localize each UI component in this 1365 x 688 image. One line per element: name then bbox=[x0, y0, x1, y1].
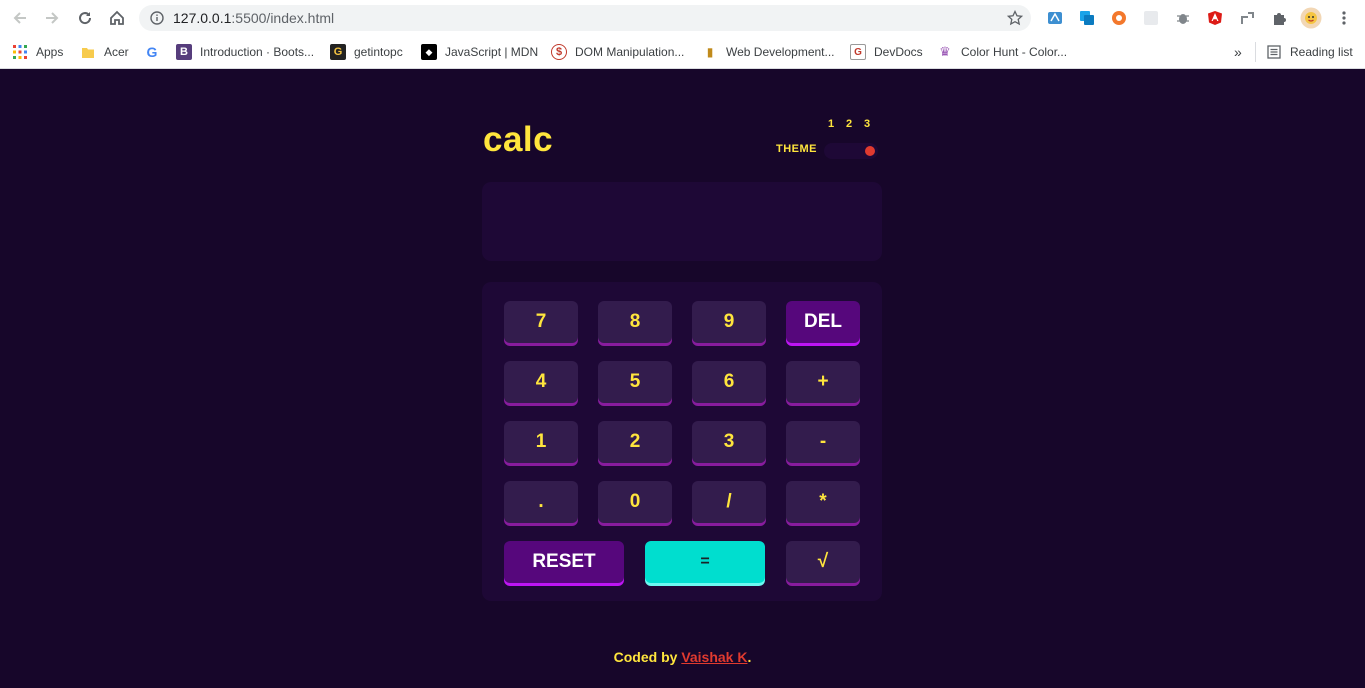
extension-angular-icon[interactable] bbox=[1206, 9, 1224, 27]
theme-label: THEME bbox=[776, 143, 817, 155]
bookmark-label: Apps bbox=[36, 45, 64, 59]
theme-toggle-knob[interactable] bbox=[865, 146, 875, 156]
bookmark-label: Color Hunt - Color... bbox=[961, 45, 1068, 59]
key-multiply[interactable]: * bbox=[786, 481, 860, 523]
bookmark-getintopc[interactable]: Ggetintopc bbox=[330, 42, 403, 62]
key-6[interactable]: 6 bbox=[692, 361, 766, 403]
reload-icon bbox=[79, 12, 92, 25]
bootstrap-icon: B bbox=[176, 44, 192, 60]
extension-translate-icon[interactable] bbox=[1078, 9, 1096, 27]
bookmark-acer[interactable]: Acer bbox=[80, 42, 129, 62]
extension-orange-icon[interactable] bbox=[1110, 9, 1128, 27]
apps-grid-icon bbox=[12, 44, 28, 60]
key-4[interactable]: 4 bbox=[504, 361, 578, 403]
reading-list-icon bbox=[1266, 44, 1282, 60]
profile-avatar[interactable] bbox=[1300, 7, 1322, 29]
browser-toolbar: 127.0.0.1:5500/index.html bbox=[0, 0, 1365, 36]
bookmark-label: Web Development... bbox=[726, 45, 835, 59]
theme-option-2: 2 bbox=[846, 118, 853, 130]
footer-credit: Coded by Vaishak K. bbox=[0, 649, 1365, 665]
footer-suffix: . bbox=[747, 649, 752, 665]
key-2[interactable]: 2 bbox=[598, 421, 672, 463]
bookmark-devdocs[interactable]: G DevDocs bbox=[850, 42, 923, 62]
theme-option-1: 1 bbox=[828, 118, 835, 130]
home-icon bbox=[110, 10, 124, 25]
address-bar[interactable]: 127.0.0.1:5500/index.html bbox=[139, 5, 1031, 31]
key-decimal[interactable]: . bbox=[504, 481, 578, 523]
mdn-icon: ◆ bbox=[421, 44, 437, 60]
bookmark-color-hunt[interactable]: ♛ Color Hunt - Color... bbox=[937, 42, 1067, 62]
more-bookmarks-button[interactable]: » bbox=[1234, 42, 1242, 62]
extensions-puzzle-icon[interactable] bbox=[1270, 9, 1288, 27]
reading-list-label: Reading list bbox=[1290, 45, 1353, 59]
bookmark-star-icon[interactable] bbox=[1006, 9, 1024, 31]
key-minus[interactable]: - bbox=[786, 421, 860, 463]
key-divide[interactable]: / bbox=[692, 481, 766, 523]
forward-button[interactable] bbox=[42, 8, 62, 28]
bookmark-label: Acer bbox=[104, 45, 129, 59]
bookmark-google[interactable]: G bbox=[144, 42, 168, 62]
extension-grid-icon[interactable] bbox=[1142, 9, 1160, 27]
bookmark-web-development[interactable]: ▮ Web Development... bbox=[702, 42, 835, 62]
more-bookmarks-icon: » bbox=[1234, 44, 1242, 60]
equals-button[interactable]: = bbox=[645, 541, 765, 583]
key-5[interactable]: 5 bbox=[598, 361, 672, 403]
google-icon: G bbox=[146, 44, 158, 60]
site-info-icon[interactable] bbox=[150, 11, 164, 30]
reload-button[interactable] bbox=[75, 8, 95, 28]
forward-arrow-icon bbox=[46, 12, 59, 24]
url-path: :5500/index.html bbox=[231, 10, 335, 26]
key-7[interactable]: 7 bbox=[504, 301, 578, 343]
bookmark-mdn[interactable]: ◆ JavaScript | MDN bbox=[421, 42, 538, 62]
key-plus[interactable]: + bbox=[786, 361, 860, 403]
reset-button[interactable]: RESET bbox=[504, 541, 624, 583]
key-8[interactable]: 8 bbox=[598, 301, 672, 343]
url-host: 127.0.0.1 bbox=[173, 10, 232, 26]
home-button[interactable] bbox=[107, 8, 127, 28]
theme-option-3: 3 bbox=[864, 118, 871, 130]
key-0[interactable]: 0 bbox=[598, 481, 672, 523]
back-arrow-icon bbox=[13, 12, 26, 24]
getintopc-icon: G bbox=[330, 44, 346, 60]
key-1[interactable]: 1 bbox=[504, 421, 578, 463]
bookmark-label: DOM Manipulation... bbox=[575, 45, 685, 59]
devdocs-icon: G bbox=[850, 44, 866, 60]
url-text: 127.0.0.1:5500/index.html bbox=[173, 10, 334, 26]
bookmark-dom-manipulation[interactable]: $ DOM Manipulation... bbox=[551, 42, 684, 62]
reading-list-button[interactable]: Reading list bbox=[1255, 42, 1353, 62]
calculator-page: calc THEME 1 2 3 7 8 9 DEL 4 5 6 + 1 2 3… bbox=[0, 69, 1365, 688]
extension-bug-icon[interactable] bbox=[1174, 9, 1192, 27]
square-root-button[interactable]: √ bbox=[786, 541, 860, 583]
colorhunt-icon: ♛ bbox=[939, 44, 951, 59]
bookmark-label: Introduction · Boots... bbox=[200, 45, 315, 59]
webdev-icon: ▮ bbox=[706, 45, 714, 59]
browser-menu-icon[interactable] bbox=[1335, 9, 1353, 27]
delete-button[interactable]: DEL bbox=[786, 301, 860, 343]
folder-icon bbox=[80, 44, 96, 60]
theme-toggle[interactable] bbox=[824, 143, 878, 159]
keypad: 7 8 9 DEL 4 5 6 + 1 2 3 - . 0 / * RESET … bbox=[482, 282, 882, 601]
bookmark-label: getintopc bbox=[354, 45, 403, 59]
app-title: calc bbox=[483, 120, 554, 159]
calculator-display bbox=[482, 182, 882, 261]
key-9[interactable]: 9 bbox=[692, 301, 766, 343]
bookmark-label: JavaScript | MDN bbox=[445, 45, 539, 59]
extension-a-icon[interactable] bbox=[1046, 9, 1064, 27]
bookmarks-bar: Apps Acer G B Introduction · Boots... Gge… bbox=[0, 36, 1365, 69]
bookmark-apps[interactable]: Apps bbox=[12, 42, 63, 62]
bookmark-bootstrap[interactable]: B Introduction · Boots... bbox=[176, 42, 314, 62]
dom-icon: $ bbox=[551, 44, 567, 60]
author-link[interactable]: Vaishak K bbox=[681, 649, 747, 665]
footer-prefix: Coded by bbox=[613, 649, 682, 665]
back-button[interactable] bbox=[10, 8, 30, 28]
key-3[interactable]: 3 bbox=[692, 421, 766, 463]
extension-arrows-icon[interactable] bbox=[1238, 9, 1256, 27]
bookmark-label: DevDocs bbox=[874, 45, 923, 59]
